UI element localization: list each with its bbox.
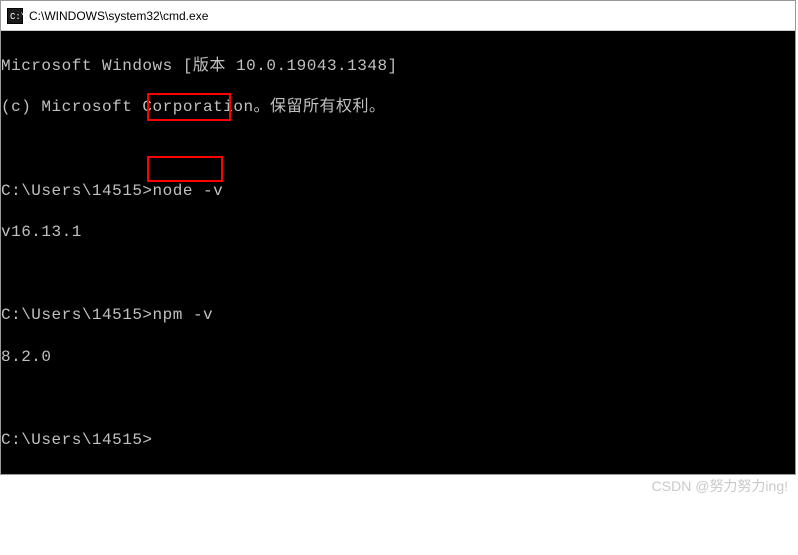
blank-line (1, 264, 795, 285)
svg-text:C:\: C:\ (10, 12, 23, 22)
prompt-path: C:\Users\14515> (1, 431, 153, 449)
prompt-line-3: C:\Users\14515> (1, 430, 795, 451)
prompt-path: C:\Users\14515> (1, 306, 153, 324)
command-text: npm -v (153, 306, 214, 324)
prompt-line-1: C:\Users\14515>node -v (1, 181, 795, 202)
prompt-path: C:\Users\14515> (1, 182, 153, 200)
highlight-box-2 (147, 156, 223, 182)
copyright-line: (c) Microsoft Corporation。保留所有权利。 (1, 97, 795, 118)
window-title: C:\WINDOWS\system32\cmd.exe (29, 9, 208, 23)
terminal-area[interactable]: Microsoft Windows [版本 10.0.19043.1348] (… (1, 31, 795, 474)
output-line-1: v16.13.1 (1, 222, 795, 243)
output-line-2: 8.2.0 (1, 347, 795, 368)
titlebar[interactable]: C:\ C:\WINDOWS\system32\cmd.exe (1, 1, 795, 31)
command-text: node -v (153, 182, 224, 200)
blank-line (1, 389, 795, 410)
cmd-window: C:\ C:\WINDOWS\system32\cmd.exe Microsof… (0, 0, 796, 475)
version-line: Microsoft Windows [版本 10.0.19043.1348] (1, 56, 795, 77)
prompt-line-2: C:\Users\14515>npm -v (1, 305, 795, 326)
blank-line (1, 139, 795, 160)
watermark-text: CSDN @努力努力ing! (652, 476, 788, 496)
cmd-icon: C:\ (7, 8, 23, 24)
